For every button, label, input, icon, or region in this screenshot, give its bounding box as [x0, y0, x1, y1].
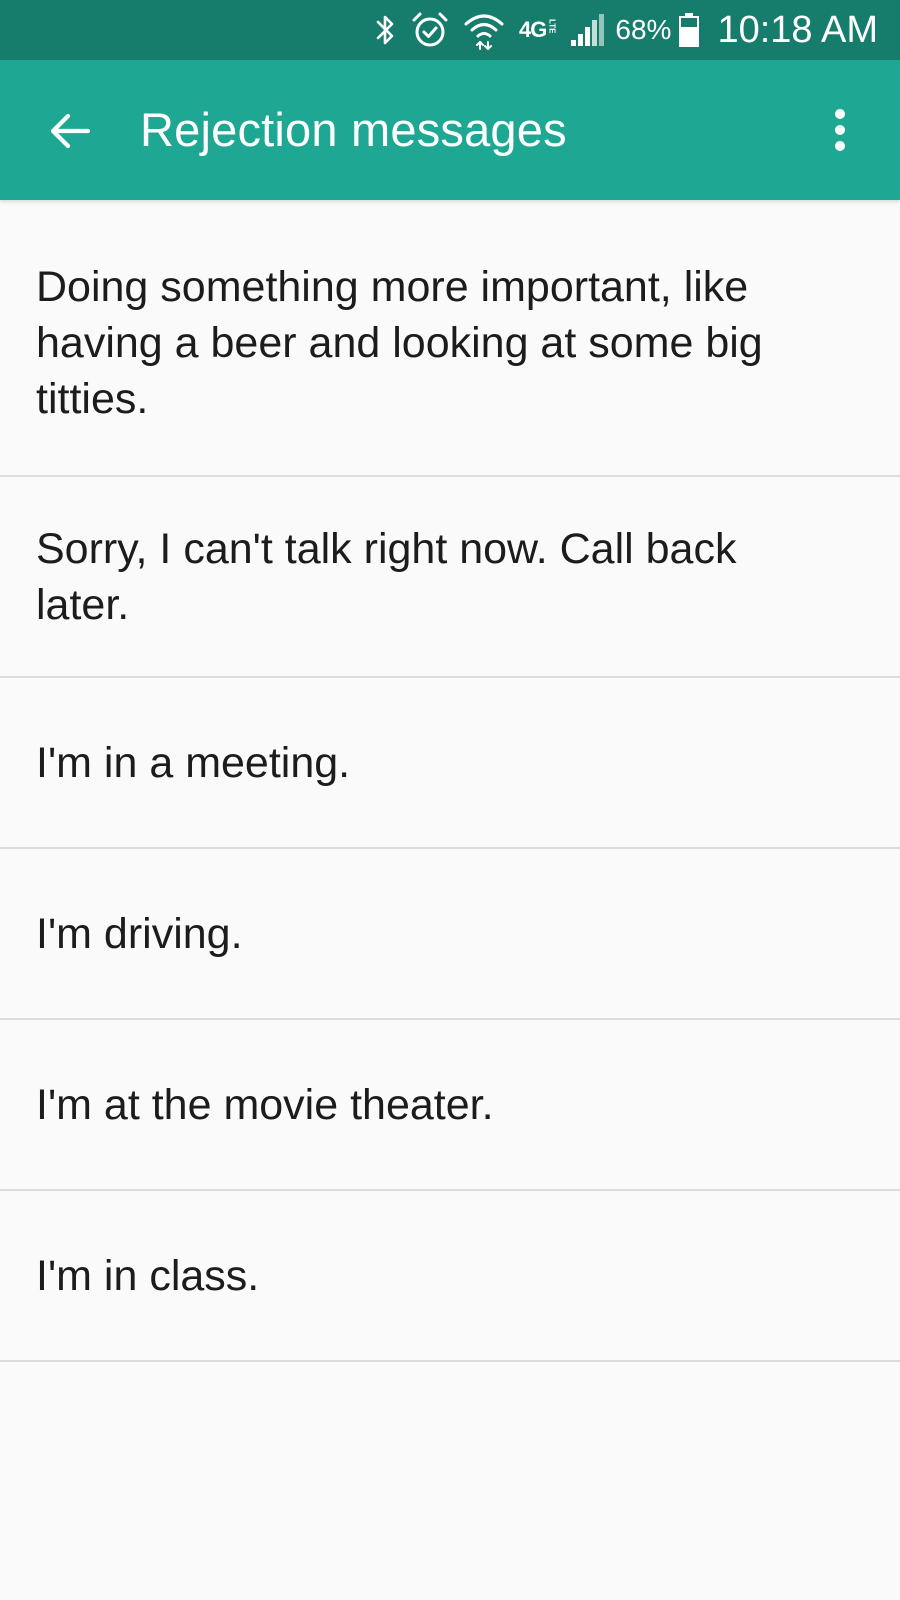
- list-item[interactable]: Sorry, I can't talk right now. Call back…: [0, 477, 900, 678]
- page-title: Rejection messages: [140, 103, 567, 156]
- message-text: Doing something more important, like hav…: [36, 262, 763, 423]
- list-item[interactable]: I'm in a meeting.: [0, 678, 900, 849]
- list-item[interactable]: Doing something more important, like hav…: [0, 200, 900, 477]
- alarm-icon: [411, 11, 449, 49]
- app-bar: Rejection messages: [0, 60, 900, 200]
- battery-fill: [681, 27, 698, 45]
- more-vertical-icon: [835, 109, 845, 151]
- back-arrow-icon: [50, 113, 91, 149]
- signal-icon: [569, 12, 605, 48]
- more-options-button[interactable]: [814, 100, 866, 160]
- bluetooth-icon: [375, 13, 397, 47]
- message-text: Sorry, I can't talk right now. Call back…: [36, 524, 737, 629]
- network-4g-lte-icon: 4G LTE: [519, 17, 557, 42]
- network-sub-label: LTE: [547, 19, 557, 34]
- list-item[interactable]: I'm driving.: [0, 849, 900, 1020]
- battery-percent: 68%: [615, 14, 672, 45]
- status-bar: 4G LTE 68% 10:18 AM: [0, 0, 900, 60]
- network-label: 4G: [519, 17, 547, 42]
- list-item[interactable]: I'm at the movie theater.: [0, 1020, 900, 1191]
- message-text: I'm in class.: [36, 1251, 260, 1300]
- message-text: I'm driving.: [36, 909, 243, 958]
- message-text: I'm at the movie theater.: [36, 1080, 494, 1129]
- message-text: I'm in a meeting.: [36, 738, 351, 787]
- clock: 10:18 AM: [717, 8, 878, 51]
- rejection-message-list: Doing something more important, like hav…: [0, 200, 900, 1362]
- battery-icon: [679, 13, 700, 47]
- back-button[interactable]: [44, 105, 96, 157]
- screen: 4G LTE 68% 10:18 AM Rejection messages D…: [0, 0, 900, 1600]
- wifi-icon: [463, 10, 505, 50]
- list-item[interactable]: I'm in class.: [0, 1191, 900, 1362]
